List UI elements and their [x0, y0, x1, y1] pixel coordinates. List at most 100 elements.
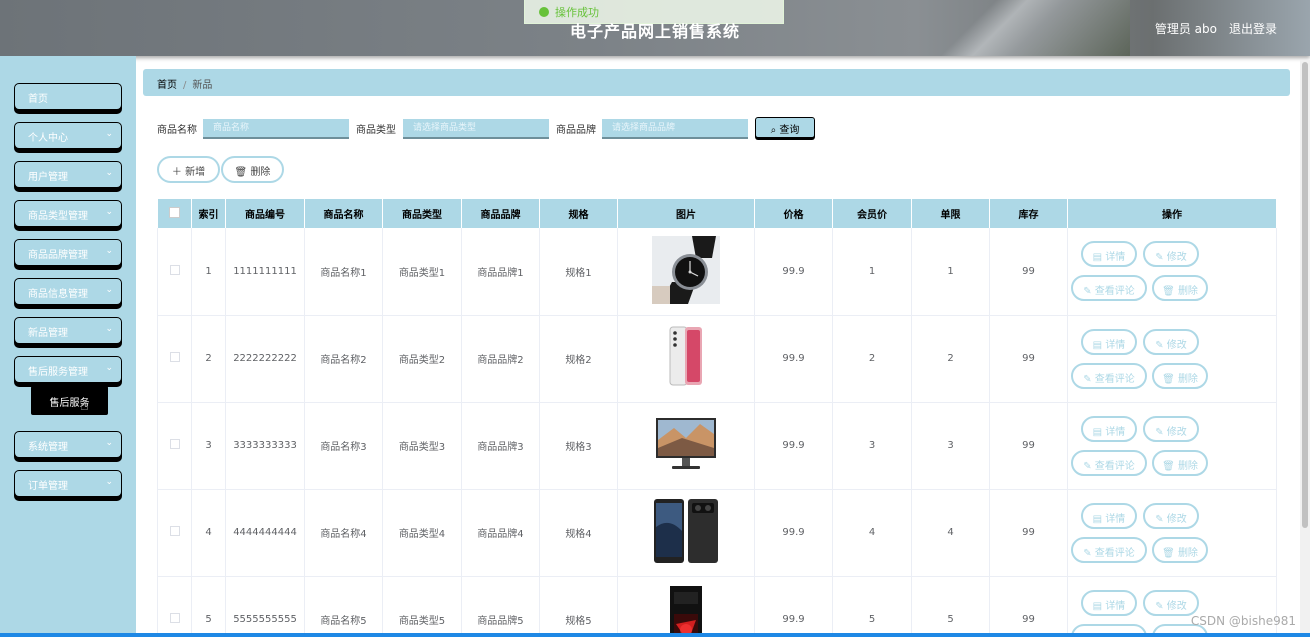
member-price-cell: 5 [832, 576, 912, 637]
product-image [618, 235, 754, 307]
image-cell [617, 576, 755, 637]
type-cell: 商品类型3 [382, 402, 462, 490]
row-checkbox[interactable] [169, 264, 180, 275]
type-select[interactable] [403, 119, 549, 139]
row-checkbox-cell[interactable] [157, 489, 192, 577]
sidebar-item-8[interactable]: 系统管理 ⌄ [14, 431, 122, 458]
detail-button[interactable]: ▤ 详情 [1081, 415, 1137, 442]
col-actions: 操作 [1067, 199, 1277, 228]
chevron-down-icon: ⌄ [105, 285, 113, 295]
search-icon: ⌕ [770, 125, 777, 136]
sidebar-item-6[interactable]: 新品管理 ⌄ [14, 317, 122, 344]
delete-button[interactable]: 🗑 删除 [1152, 362, 1208, 389]
detail-button[interactable]: ▤ 详情 [1081, 502, 1137, 529]
actions-cell: ▤ 详情✎ 修改 ✎ 查看评论🗑 删除 [1067, 402, 1277, 490]
select-all-checkbox[interactable] [168, 206, 180, 218]
index-cell: 1 [191, 228, 226, 316]
pencil-icon: ✎ [1083, 286, 1095, 298]
add-button[interactable]: ＋ 新增 [157, 156, 220, 183]
row-checkbox-cell[interactable] [157, 228, 192, 316]
product-image [618, 584, 754, 637]
chevron-down-icon: ⌄ [105, 207, 113, 217]
row-checkbox[interactable] [169, 526, 180, 536]
limit-cell: 1 [911, 228, 990, 316]
member-price-cell: 1 [832, 228, 912, 316]
pencil-icon: ✎ [1155, 426, 1167, 438]
select-all-cell[interactable] [157, 199, 192, 228]
delete-button[interactable]: 🗑 删除 [1152, 449, 1208, 476]
sidebar-item-4[interactable]: 商品品牌管理 ⌄ [14, 239, 122, 266]
sidebar-item-7[interactable]: 售后服务管理 ⌄ [14, 356, 122, 383]
edit-button[interactable]: ✎ 修改 [1143, 589, 1199, 616]
query-button[interactable]: ⌕ 查询 [755, 117, 815, 138]
trash-icon: 🗑 [1162, 547, 1178, 559]
vertical-scrollbar[interactable] [1300, 60, 1310, 637]
brand-cell: 商品品牌1 [461, 228, 540, 316]
col-stock: 库存 [989, 199, 1068, 228]
pencil-icon: ✎ [1083, 460, 1095, 472]
table-row: 5 5555555555 商品名称5 商品类型5 商品品牌5 规格5 99.9 5 5 99 ▤ 详… [157, 576, 1277, 637]
edit-button[interactable]: ✎ 修改 [1143, 241, 1199, 268]
sidebar-item-9[interactable]: 订单管理 ⌄ [14, 470, 122, 497]
limit-cell: 3 [911, 402, 990, 490]
row-checkbox-cell[interactable] [157, 576, 192, 637]
image-cell [617, 315, 755, 403]
image-cell [617, 402, 755, 490]
sidebar-item-3[interactable]: 商品类型管理 ⌄ [14, 200, 122, 227]
scrollbar-thumb[interactable] [1302, 62, 1308, 528]
breadcrumb-home[interactable]: 首页 [157, 80, 177, 91]
view-reviews-button[interactable]: ✎ 查看评论 [1071, 449, 1147, 476]
row-checkbox[interactable] [169, 352, 180, 362]
chevron-down-icon: ⌄ [105, 363, 113, 373]
detail-button[interactable]: ▤ 详情 [1081, 328, 1137, 355]
logout-link[interactable]: 退出登录 [1229, 20, 1277, 37]
detail-button[interactable]: ▤ 详情 [1081, 589, 1137, 616]
top-header: 操作成功 电子产品网上销售系统 管理员 abo 退出登录 [0, 0, 1310, 56]
view-reviews-button[interactable]: ✎ 查看评论 [1071, 275, 1147, 302]
row-checkbox[interactable] [169, 613, 180, 623]
col-name: 商品名称 [304, 199, 383, 228]
pencil-icon: ✎ [1155, 252, 1167, 264]
spec-cell: 规格1 [539, 228, 618, 316]
breadcrumb-current: 新品 [192, 80, 213, 91]
row-checkbox-cell[interactable] [157, 315, 192, 403]
view-reviews-button[interactable]: ✎ 查看评论 [1071, 362, 1147, 389]
row-checkbox[interactable] [169, 439, 180, 449]
name-search-label: 商品名称 [157, 125, 197, 136]
sidebar-item-label: 售后服务管理 [28, 367, 88, 378]
actions-cell: ▤ 详情✎ 修改 ✎ 查看评论🗑 删除 [1067, 315, 1277, 403]
row-checkbox-cell[interactable] [157, 402, 192, 490]
batch-delete-button[interactable]: 🗑 删除 [221, 156, 284, 183]
sidebar-item-1[interactable]: 个人中心 ⌄ [14, 122, 122, 149]
row-actions: ▤ 详情✎ 修改 ✎ 查看评论🗑 删除 [1070, 415, 1274, 477]
hand-pointer-icon: ☝ [80, 398, 89, 414]
col-code: 商品编号 [225, 199, 305, 228]
image-cell [617, 228, 755, 316]
brand-select[interactable] [602, 119, 748, 139]
sidebar-item-0[interactable]: 首页 [14, 83, 122, 110]
brand-search-label: 商品品牌 [556, 125, 596, 136]
submenu-item-after-sales-service[interactable]: 售后服务 [31, 386, 108, 415]
edit-button[interactable]: ✎ 修改 [1143, 415, 1199, 442]
spec-cell: 规格5 [539, 576, 618, 637]
edit-button[interactable]: ✎ 修改 [1143, 328, 1199, 355]
sidebar-item-label: 商品类型管理 [28, 211, 88, 222]
sidebar-item-5[interactable]: 商品信息管理 ⌄ [14, 278, 122, 305]
app-title: 电子产品网上销售系统 [569, 22, 740, 41]
edit-button[interactable]: ✎ 修改 [1143, 502, 1199, 529]
detail-button[interactable]: ▤ 详情 [1081, 241, 1137, 268]
actions-cell: ▤ 详情✎ 修改 ✎ 查看评论🗑 删除 [1067, 489, 1277, 577]
table-header-row: 索引 商品编号 商品名称 商品类型 商品品牌 规格 图片 价格 会员价 单限 库… [157, 199, 1277, 228]
brand-cell: 商品品牌4 [461, 489, 540, 577]
sidebar-item-2[interactable]: 用户管理 ⌄ [14, 161, 122, 188]
document-icon: ▤ [1092, 600, 1106, 612]
name-search-input[interactable] [203, 119, 349, 139]
table-row: 3 3333333333 商品名称3 商品类型3 商品品牌3 规格3 99.9 3 3 99 ▤ 详… [157, 402, 1277, 490]
delete-button[interactable]: 🗑 删除 [1152, 536, 1208, 563]
pencil-icon: ✎ [1083, 547, 1095, 559]
image-cell [617, 489, 755, 577]
view-reviews-button[interactable]: ✎ 查看评论 [1071, 536, 1147, 563]
sidebar-item-label: 商品品牌管理 [28, 250, 88, 261]
row-actions: ▤ 详情✎ 修改 ✎ 查看评论🗑 删除 [1070, 240, 1274, 302]
delete-button[interactable]: 🗑 删除 [1152, 275, 1208, 302]
